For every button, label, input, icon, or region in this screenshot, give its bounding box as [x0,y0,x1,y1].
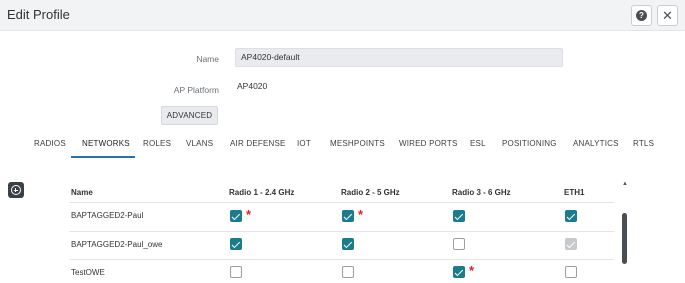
eth1-checkbox[interactable] [565,266,577,278]
dialog-title: Edit Profile [7,7,70,22]
scrollbar-thumb[interactable] [622,213,627,264]
tab-vlans[interactable]: VLANS [186,139,213,148]
tab-roles[interactable]: ROLES [143,139,171,148]
radio3-checkbox[interactable] [453,238,465,250]
add-network-button[interactable] [8,182,24,198]
tab-networks[interactable]: NETWORKS [82,139,130,148]
column-header-radio3: Radio 3 - 6 GHz [452,188,511,197]
name-label: Name [196,54,219,64]
ap-platform-value: AP4020 [237,81,268,91]
add-circle-icon [11,185,21,195]
ap-platform-label: AP Platform [173,85,219,95]
dialog-header: Edit Profile ? ✕ [0,0,685,31]
active-tab-indicator [71,156,135,158]
close-button[interactable]: ✕ [657,5,678,26]
eth1-checkbox[interactable] [565,210,577,222]
tab-iot[interactable]: IOT [297,139,311,148]
row-divider [69,259,614,260]
network-name[interactable]: BAPTAGGED2-Paul [71,211,143,220]
column-header-eth1: ETH1 [564,188,585,197]
radio2-checkbox[interactable] [342,266,354,278]
close-icon: ✕ [662,8,673,23]
table-scrollbar[interactable]: ▲ [621,181,629,283]
tab-radios[interactable]: RADIOS [34,139,66,148]
column-header-radio1: Radio 1 - 2.4 GHz [229,188,295,197]
advanced-button[interactable]: ADVANCED [161,106,218,125]
tab-positioning[interactable]: POSITIONING [502,139,557,148]
column-header-radio2: Radio 2 - 5 GHz [341,188,400,197]
network-name[interactable]: BAPTAGGED2-Paul_owe [71,240,162,249]
header-divider [69,202,614,203]
column-header-name: Name [71,188,93,197]
scroll-up-arrow-icon[interactable]: ▲ [621,181,629,187]
radio3-checkbox[interactable] [453,210,465,222]
profile-tabs: RADIOS NETWORKS ROLES VLANS AIR DEFENSE … [0,132,685,158]
tab-wired-ports[interactable]: WIRED PORTS [399,139,458,148]
help-button[interactable]: ? [631,5,652,26]
tab-esl[interactable]: ESL [470,139,486,148]
required-marker: * [469,263,475,278]
radio1-checkbox[interactable] [230,266,242,278]
row-divider [69,231,614,232]
radio3-checkbox[interactable] [453,266,465,278]
eth1-checkbox[interactable] [565,238,577,250]
radio1-checkbox[interactable] [230,210,242,222]
radio1-checkbox[interactable] [230,238,242,250]
network-name[interactable]: TestOWE [71,268,105,277]
radio2-checkbox[interactable] [342,210,354,222]
tab-air-defense[interactable]: AIR DEFENSE [230,139,286,148]
required-marker: * [246,207,252,222]
tab-rtls[interactable]: RTLS [633,139,654,148]
name-field[interactable]: AP4020-default [235,48,563,67]
tab-analytics[interactable]: ANALYTICS [573,139,619,148]
help-icon: ? [636,10,647,21]
tab-meshpoints[interactable]: MESHPOINTS [330,139,385,148]
radio2-checkbox[interactable] [342,238,354,250]
required-marker: * [358,207,364,222]
